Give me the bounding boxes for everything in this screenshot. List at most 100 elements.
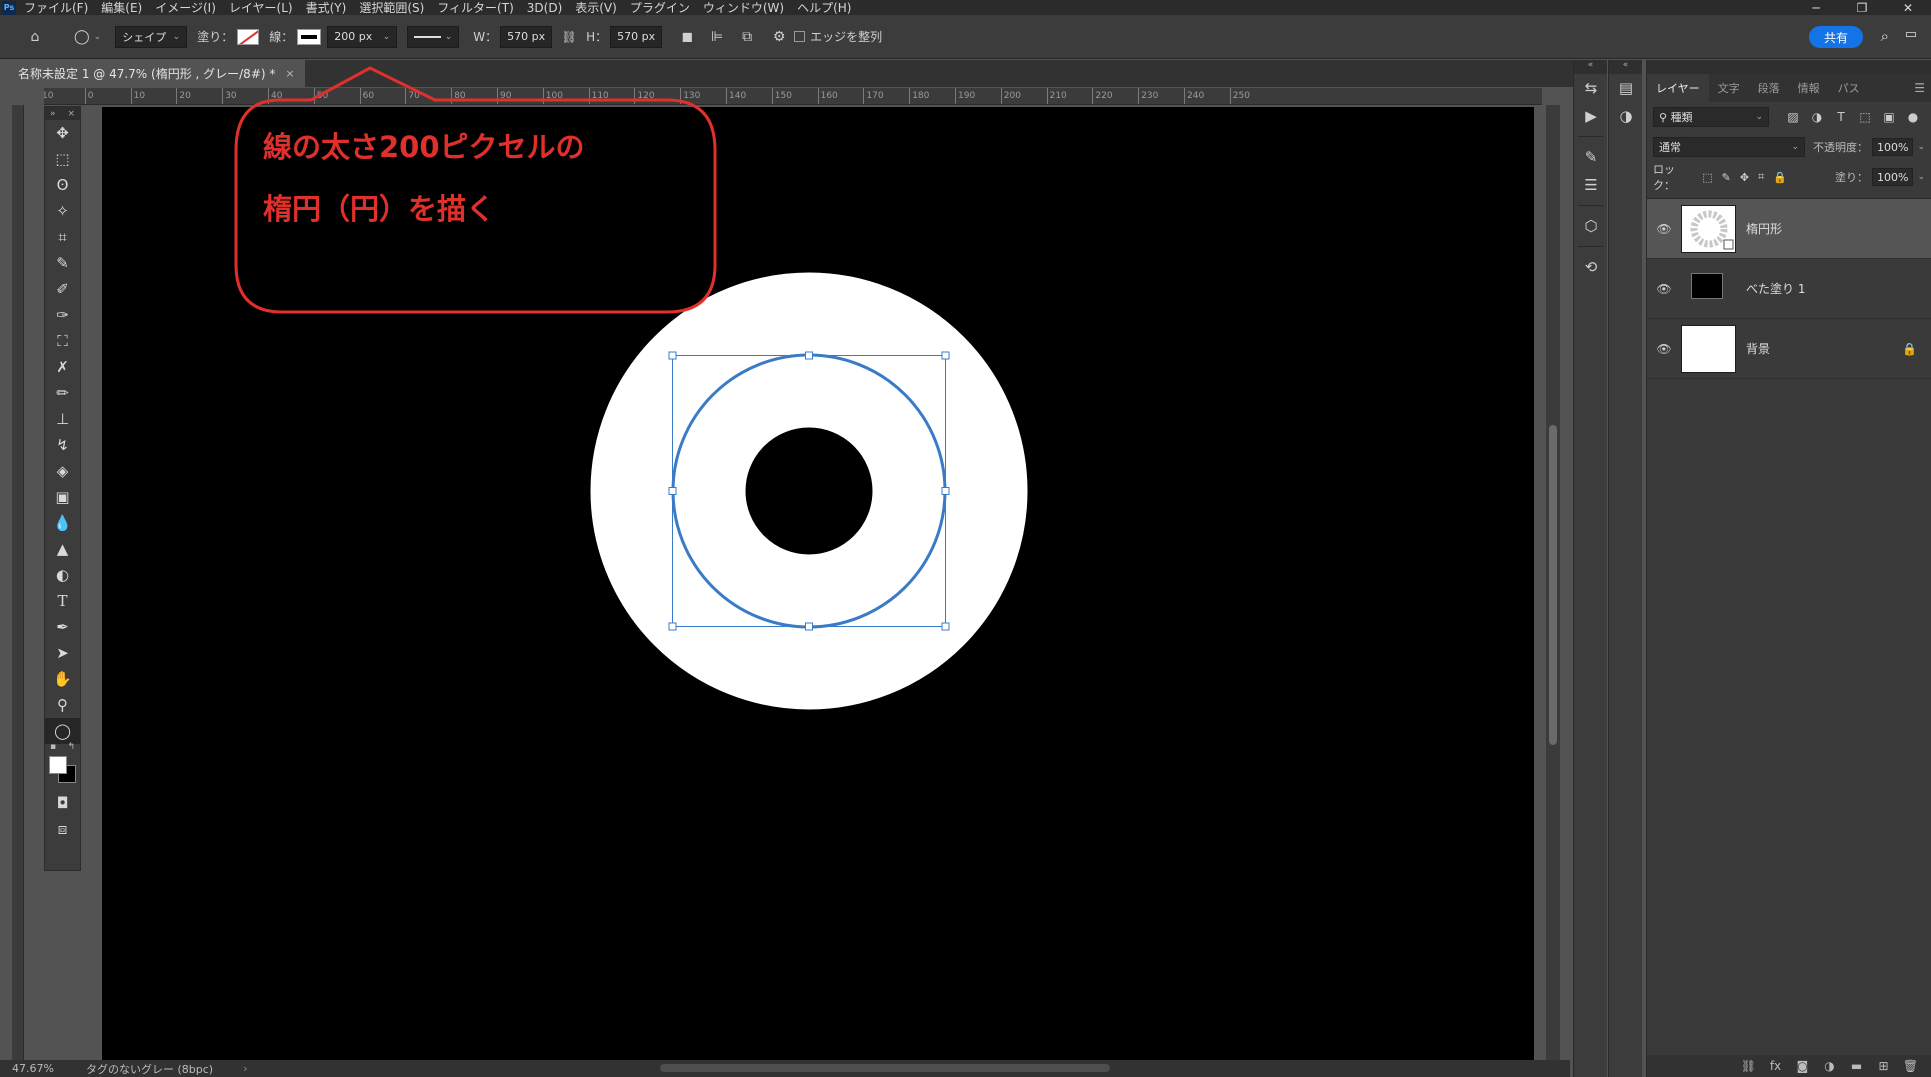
layer-background[interactable]: 👁 背景 🔒 [1647, 319, 1931, 379]
shape-filter-icon[interactable]: ⬚ [1853, 110, 1877, 124]
layer-solid-fill[interactable]: 👁 べた塗り 1 [1647, 259, 1931, 319]
clone-stamp-tool-icon[interactable]: ⊥ [45, 406, 80, 432]
new-group-icon[interactable]: ▬ [1843, 1059, 1870, 1073]
crop-tool-icon[interactable]: ⌗ [45, 224, 80, 250]
link-icon[interactable]: ⛓ [558, 26, 580, 48]
menu-filter[interactable]: フィルター(T) [437, 0, 513, 16]
chevron-down-icon[interactable]: ⌄ [1917, 172, 1925, 182]
dodge-tool-icon[interactable]: ◐ [45, 562, 80, 588]
menu-edit[interactable]: 編集(E) [101, 0, 142, 16]
layer-name[interactable]: 楕円形 [1746, 220, 1782, 237]
collapse-icon[interactable]: « [1574, 60, 1607, 74]
lock-artboard-icon[interactable]: ⌗ [1758, 170, 1764, 184]
lasso-tool-icon[interactable]: ʘ [45, 172, 80, 198]
layer-name[interactable]: べた塗り 1 [1746, 280, 1805, 297]
handle-top-left[interactable] [668, 351, 677, 360]
history-brush-tool-icon[interactable]: ↯ [45, 432, 80, 458]
menu-type[interactable]: 書式(Y) [306, 0, 347, 16]
add-mask-icon[interactable]: ◙ [1789, 1059, 1816, 1073]
fill-swatch[interactable] [237, 28, 260, 45]
move-tool-icon[interactable]: ✥ [45, 120, 80, 146]
quick-mask-icon[interactable]: ◘ [45, 790, 80, 816]
menu-select[interactable]: 選択範囲(S) [359, 0, 424, 16]
handle-top-right[interactable] [941, 351, 950, 360]
chevron-down-icon[interactable]: ⌄ [1917, 142, 1925, 152]
marquee-tool-icon[interactable]: ⬚ [45, 146, 80, 172]
tab-layers[interactable]: レイヤー [1647, 74, 1709, 102]
align-edges-checkbox[interactable] [794, 31, 806, 42]
layer-filter-select[interactable]: ⚲ 種類 ⌄ [1653, 107, 1769, 127]
layer-name[interactable]: 背景 [1746, 340, 1770, 357]
menu-file[interactable]: ファイル(F) [24, 0, 88, 16]
visibility-eye-icon[interactable]: 👁 [1651, 342, 1677, 356]
brush-tool-icon[interactable]: ✏ [45, 380, 80, 406]
type-filter-icon[interactable]: T [1829, 110, 1853, 124]
collapse-icon[interactable]: » [50, 109, 56, 119]
eraser-tool-icon[interactable]: ◈ [45, 458, 80, 484]
sharpen-tool-icon[interactable]: ▲ [45, 536, 80, 562]
adjust-panel-icon[interactable]: ☰ [1574, 171, 1608, 199]
adjustment-layer-icon[interactable]: ◑ [1816, 1059, 1843, 1073]
lock-all-icon[interactable]: 🔒 [1773, 171, 1787, 184]
magic-wand-tool-icon[interactable]: ✧ [45, 198, 80, 224]
tab-info[interactable]: 情報 [1789, 74, 1829, 102]
workspace-icon[interactable]: ▭ [1905, 27, 1917, 42]
actions-panel-icon[interactable]: ▶ [1574, 102, 1608, 130]
content-aware-move-icon[interactable]: ✗ [45, 354, 80, 380]
stroke-swatch[interactable] [297, 28, 322, 45]
document-tab[interactable]: 名称未設定 1 @ 47.7% (楕円形 , グレー/8#) * × [12, 60, 305, 87]
history-panel-icon[interactable]: ⇆ [1574, 74, 1608, 102]
adjustment-filter-icon[interactable]: ◑ [1805, 110, 1829, 124]
path-selection-tool-icon[interactable]: ➤ [45, 640, 80, 666]
menu-image[interactable]: イメージ(I) [155, 0, 216, 16]
minimize-button[interactable]: ─ [1793, 0, 1839, 15]
width-input[interactable]: 570 px [500, 25, 553, 48]
pen-tool-icon[interactable]: ✒ [45, 614, 80, 640]
close-tab-icon[interactable]: × [285, 67, 294, 80]
type-tool-icon[interactable]: T [45, 588, 80, 614]
panel-menu-icon[interactable]: ☰ [1914, 81, 1925, 95]
healing-brush-tool-icon[interactable]: ✑ [45, 302, 80, 328]
handle-bottom-left[interactable] [668, 622, 677, 631]
pixel-filter-icon[interactable]: ▨ [1781, 110, 1805, 124]
path-alignment-icon[interactable]: ⊫ [706, 26, 728, 48]
restore-button[interactable]: ❐ [1839, 0, 1885, 15]
blur-tool-icon[interactable]: 💧 [45, 510, 80, 536]
document-canvas[interactable] [102, 107, 1534, 1060]
lock-image-icon[interactable]: ✎ [1722, 171, 1731, 184]
foreground-color[interactable] [49, 756, 67, 774]
stroke-type-select[interactable]: ⌄ [407, 25, 460, 48]
lock-transparent-icon[interactable]: ⬚ [1702, 171, 1712, 184]
stroke-width-input[interactable]: 200 px ⌄ [327, 25, 398, 48]
adjustments-panel-icon[interactable]: ◑ [1609, 102, 1643, 130]
horizontal-scrollbar[interactable] [660, 1064, 1110, 1072]
handle-bottom[interactable] [805, 622, 813, 631]
home-icon[interactable]: ⌂ [24, 26, 46, 48]
handle-right[interactable] [941, 487, 950, 495]
white-ring-shape[interactable] [590, 272, 1028, 710]
menu-view[interactable]: 表示(V) [575, 0, 617, 16]
eyedropper-tool-icon[interactable]: ✎ [45, 250, 80, 276]
status-menu-arrow[interactable]: › [243, 1062, 247, 1075]
visibility-eye-icon[interactable]: 👁 [1651, 222, 1677, 236]
menu-3d[interactable]: 3D(D) [527, 1, 562, 15]
blend-mode-select[interactable]: 通常 ⌄ [1653, 137, 1805, 157]
ellipse-tool-icon[interactable]: ◯ [45, 718, 80, 744]
share-button[interactable]: 共有 [1809, 26, 1863, 48]
new-layer-icon[interactable]: ⊞ [1870, 1059, 1897, 1073]
close-panel-icon[interactable]: × [67, 109, 75, 119]
lock-position-icon[interactable]: ✥ [1740, 171, 1749, 184]
path-arrangement-icon[interactable]: ⧉ [736, 26, 758, 48]
handle-top[interactable] [805, 351, 813, 360]
path-operations-icon[interactable]: ◼ [676, 26, 698, 48]
fx-icon[interactable]: fx [1762, 1059, 1789, 1073]
tab-paths[interactable]: パス [1829, 74, 1869, 102]
patch-tool-icon[interactable]: ⛶ [45, 328, 80, 354]
layer-ellipse[interactable]: 👁 楕円形 [1647, 199, 1931, 259]
spot-healing-tool-icon[interactable]: ✐ [45, 276, 80, 302]
shape-mode-select[interactable]: シェイプ ⌄ [115, 25, 188, 48]
visibility-eye-icon[interactable]: 👁 [1651, 282, 1677, 296]
fill-input[interactable]: 100% [1872, 168, 1914, 186]
clone-source-icon[interactable]: ⟲ [1574, 253, 1608, 281]
brush-settings-icon[interactable]: ✎ [1574, 143, 1608, 171]
